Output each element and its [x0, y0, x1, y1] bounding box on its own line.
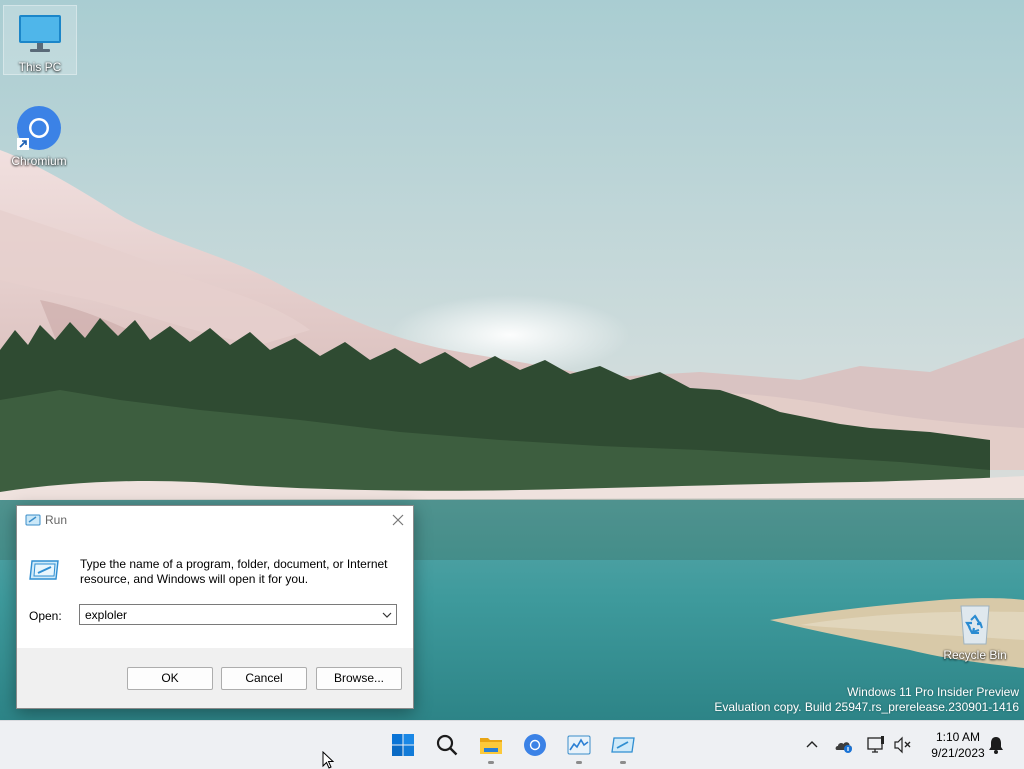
browse-button[interactable]: Browse...	[316, 667, 402, 690]
running-indicator	[488, 761, 494, 764]
taskbar-chromium[interactable]	[515, 721, 555, 769]
volume-muted-icon	[894, 736, 911, 754]
clock-date: 9/21/2023	[931, 746, 985, 760]
onedrive-icon	[835, 742, 852, 753]
open-label: Open:	[29, 609, 62, 623]
running-indicator	[620, 761, 626, 764]
notifications-button[interactable]	[986, 735, 1006, 755]
task-manager-icon	[567, 735, 591, 755]
desktop-icon-chromium[interactable]: Chromium	[3, 100, 75, 172]
run-dialog-footer: OK Cancel Browse...	[17, 648, 413, 708]
taskbar-file-explorer[interactable]	[471, 721, 511, 769]
taskbar-task-manager[interactable]	[559, 721, 599, 769]
taskbar-run[interactable]	[603, 721, 643, 769]
mouse-cursor-icon	[322, 751, 334, 769]
open-dropdown-button[interactable]	[380, 609, 394, 621]
tray-onedrive[interactable]	[834, 735, 854, 755]
chromium-icon	[15, 104, 63, 152]
close-button[interactable]	[383, 506, 413, 534]
windows-start-icon	[392, 734, 414, 756]
run-dialog-body: Type the name of a program, folder, docu…	[17, 534, 413, 648]
run-titlebar[interactable]: Run	[17, 506, 413, 534]
clock-time: 1:10 AM	[935, 730, 981, 744]
run-description: Type the name of a program, folder, docu…	[80, 557, 388, 586]
taskbar: 1:10 AM 9/21/2023	[0, 720, 1024, 769]
desktop-icon-this-pc[interactable]: This PC	[3, 5, 77, 75]
chromium-icon	[524, 734, 546, 756]
desktop-icon-label: Recycle Bin	[943, 648, 1007, 662]
show-hidden-icons-button[interactable]	[802, 735, 822, 755]
run-dialog-title: Run	[45, 513, 68, 527]
tray-network[interactable]	[866, 735, 886, 755]
taskbar-start-button[interactable]	[383, 721, 423, 769]
open-input[interactable]	[85, 606, 375, 623]
desktop-icon-label: Chromium	[11, 154, 67, 168]
network-icon	[867, 736, 884, 753]
open-combobox[interactable]	[79, 604, 397, 625]
monitor-icon	[16, 10, 64, 58]
ok-button[interactable]: OK	[127, 667, 213, 690]
cancel-button[interactable]: Cancel	[221, 667, 307, 690]
close-icon	[392, 514, 404, 526]
run-icon	[611, 737, 635, 753]
taskbar-search-button[interactable]	[427, 721, 467, 769]
watermark-edition: Windows 11 Pro Insider Preview	[847, 685, 1019, 699]
run-icon	[25, 513, 41, 530]
running-indicator	[576, 761, 582, 764]
chevron-up-icon	[806, 741, 818, 748]
run-large-icon	[29, 558, 61, 585]
desktop-icon-recycle-bin[interactable]: Recycle Bin	[939, 594, 1011, 664]
recycle-bin-icon	[951, 598, 999, 646]
tray-volume[interactable]	[893, 735, 913, 755]
search-icon	[436, 734, 458, 756]
bell-icon	[989, 737, 1003, 754]
desktop-icon-label: This PC	[18, 60, 62, 74]
tray-clock[interactable]: 1:10 AM 9/21/2023	[920, 729, 996, 761]
chevron-down-icon	[382, 612, 392, 618]
windows-watermark: Windows 11 Pro Insider Preview Evaluatio…	[714, 685, 1019, 715]
run-dialog: Run Type the name of a program, folder, …	[16, 505, 414, 709]
folder-icon	[480, 738, 502, 754]
watermark-build: Evaluation copy. Build 25947.rs_prerelea…	[714, 700, 1019, 714]
